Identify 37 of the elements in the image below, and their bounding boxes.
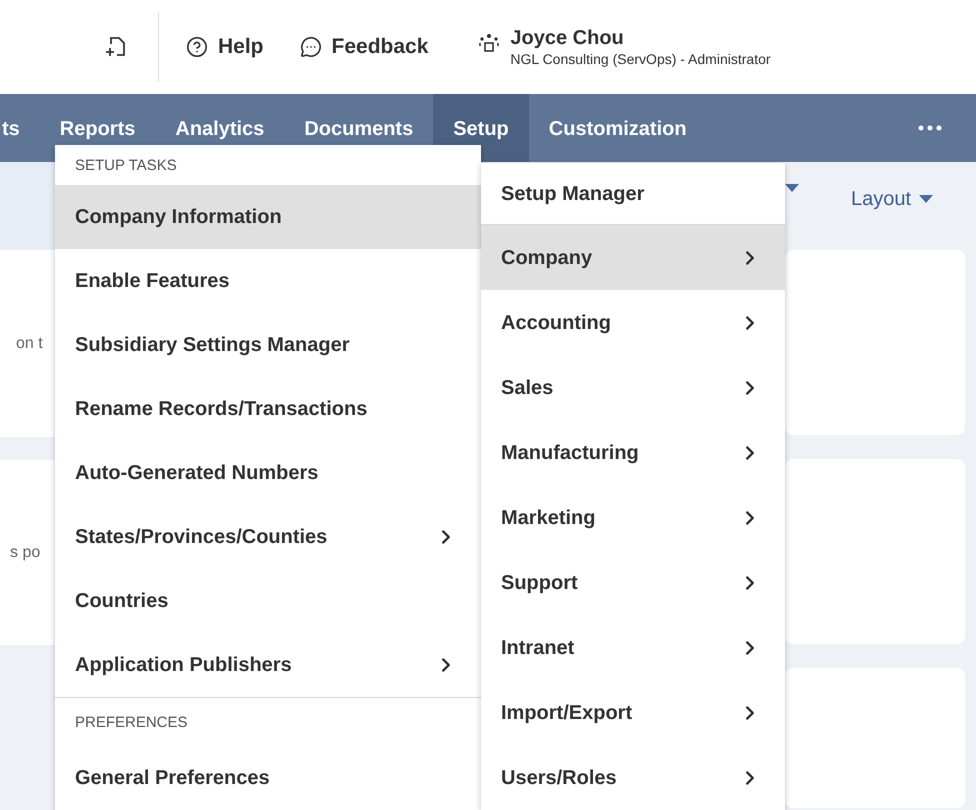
caret-icon [919, 195, 934, 203]
menu-item[interactable]: Users/Roles [481, 745, 785, 810]
nav-tab[interactable]: ts [0, 94, 40, 162]
menu-item[interactable]: General Preferences [55, 746, 481, 810]
layout-button[interactable]: Layout [851, 184, 934, 214]
more-icon[interactable] [918, 125, 942, 131]
menu-item[interactable]: Support [481, 550, 785, 615]
card-text: s po [10, 542, 40, 562]
nav-tab[interactable]: Documents [284, 94, 434, 162]
chat-bubble-icon [300, 36, 322, 58]
new-record-icon[interactable] [105, 35, 127, 59]
menu-item[interactable]: Enable Features [55, 249, 481, 313]
help-button[interactable]: Help [186, 31, 264, 63]
menu-item[interactable]: Intranet [481, 615, 785, 680]
menu-item[interactable]: Auto-Generated Numbers [55, 441, 481, 505]
menu-item[interactable]: Manufacturing [481, 420, 785, 485]
card-text: on t [16, 334, 43, 354]
people-icon [478, 32, 500, 54]
menu-item[interactable]: Company [481, 225, 785, 290]
caret-icon [785, 184, 799, 192]
help-icon [186, 36, 208, 58]
menu-item[interactable]: Company Information [55, 185, 481, 249]
menu-item[interactable]: Rename Records/Transactions [55, 377, 481, 441]
menu-item[interactable]: Countries [55, 569, 481, 633]
section-heading: PREFERENCES [74, 713, 189, 733]
menu-item[interactable]: States/Provinces/Counties [55, 505, 481, 569]
menu-item[interactable]: Application Publishers [55, 633, 481, 697]
section-heading: SETUP TASKS [74, 156, 178, 176]
user-name[interactable]: Joyce Chou [510, 26, 771, 51]
menu-item[interactable]: Subsidiary Settings Manager [55, 313, 481, 377]
user-role: NGL Consulting (ServOps) - Administrator [510, 50, 771, 68]
nav-tab[interactable]: Customization [528, 94, 707, 162]
feedback-button[interactable]: Feedback [300, 31, 428, 63]
menu-item[interactable]: Import/Export [481, 680, 785, 745]
menu-item[interactable]: Accounting [481, 290, 785, 355]
menu-item[interactable]: Sales [481, 355, 785, 420]
menu-item[interactable]: Marketing [481, 485, 785, 550]
